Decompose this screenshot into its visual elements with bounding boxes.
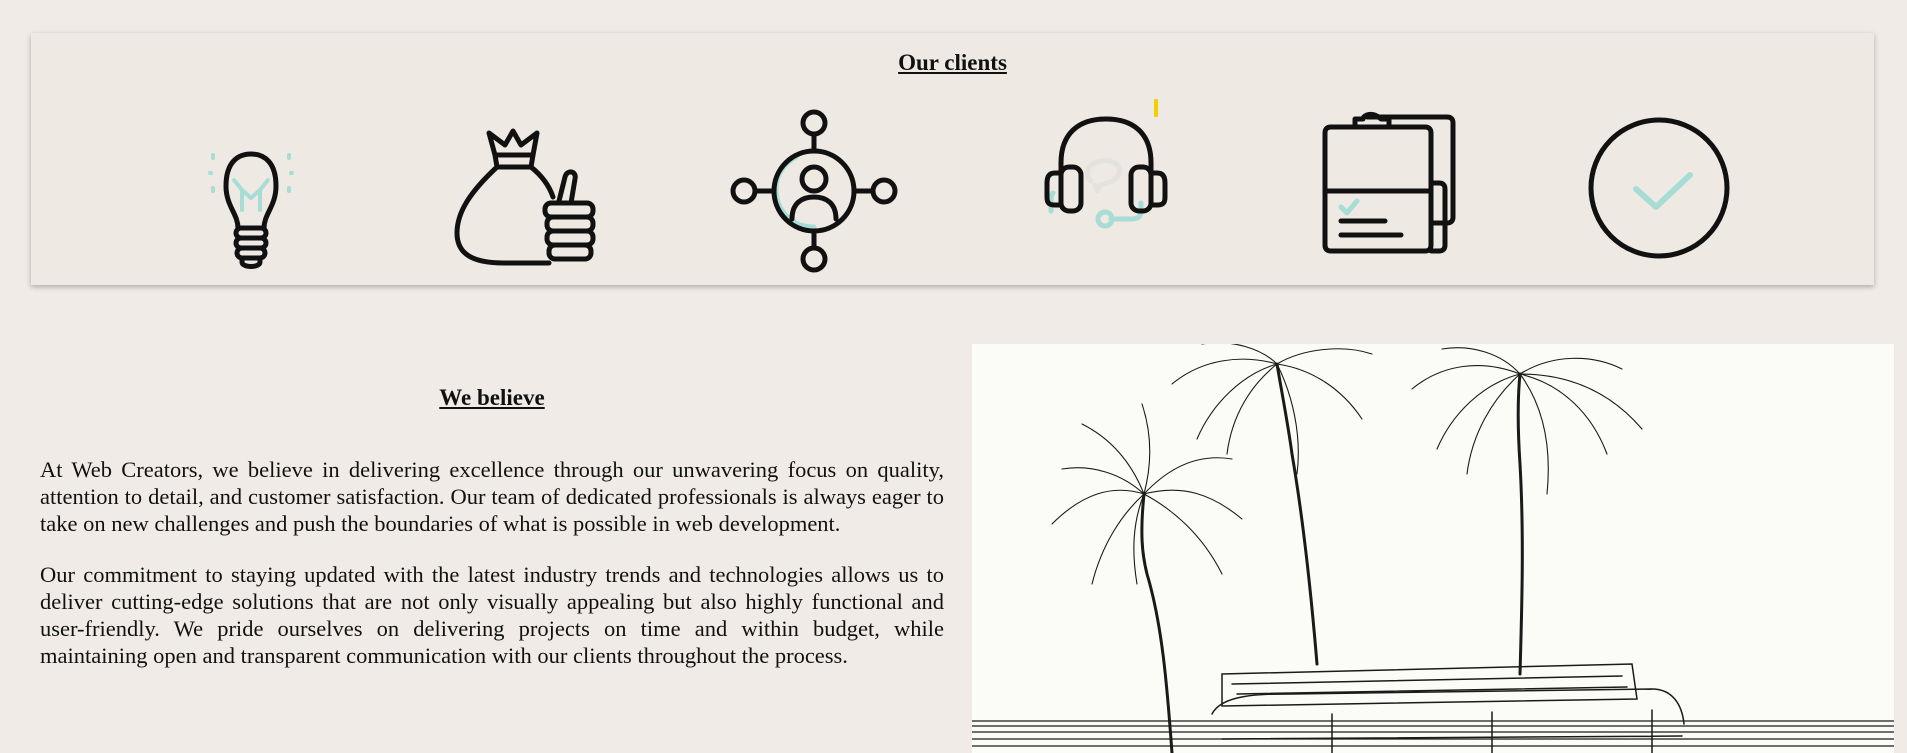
money-bag-thumbs-up-icon — [449, 113, 619, 273]
believe-title: We believe — [439, 385, 545, 410]
check-circle-icon — [1586, 113, 1736, 263]
believe-paragraph-1: At Web Creators, we believe in deliverin… — [40, 457, 944, 536]
believe-section: We believe At Web Creators, we believe i… — [40, 385, 944, 693]
clients-section: Our clients — [31, 33, 1874, 285]
clients-title: Our clients — [898, 50, 1007, 75]
believe-paragraph-2: Our commitment to staying updated with t… — [40, 562, 944, 668]
network-person-icon — [724, 103, 904, 283]
clipboard-checklist-icon — [1301, 111, 1461, 275]
headset-support-icon — [1021, 93, 1211, 263]
lightbulb-icon — [176, 118, 326, 269]
palm-trees-van-image — [972, 344, 1894, 753]
